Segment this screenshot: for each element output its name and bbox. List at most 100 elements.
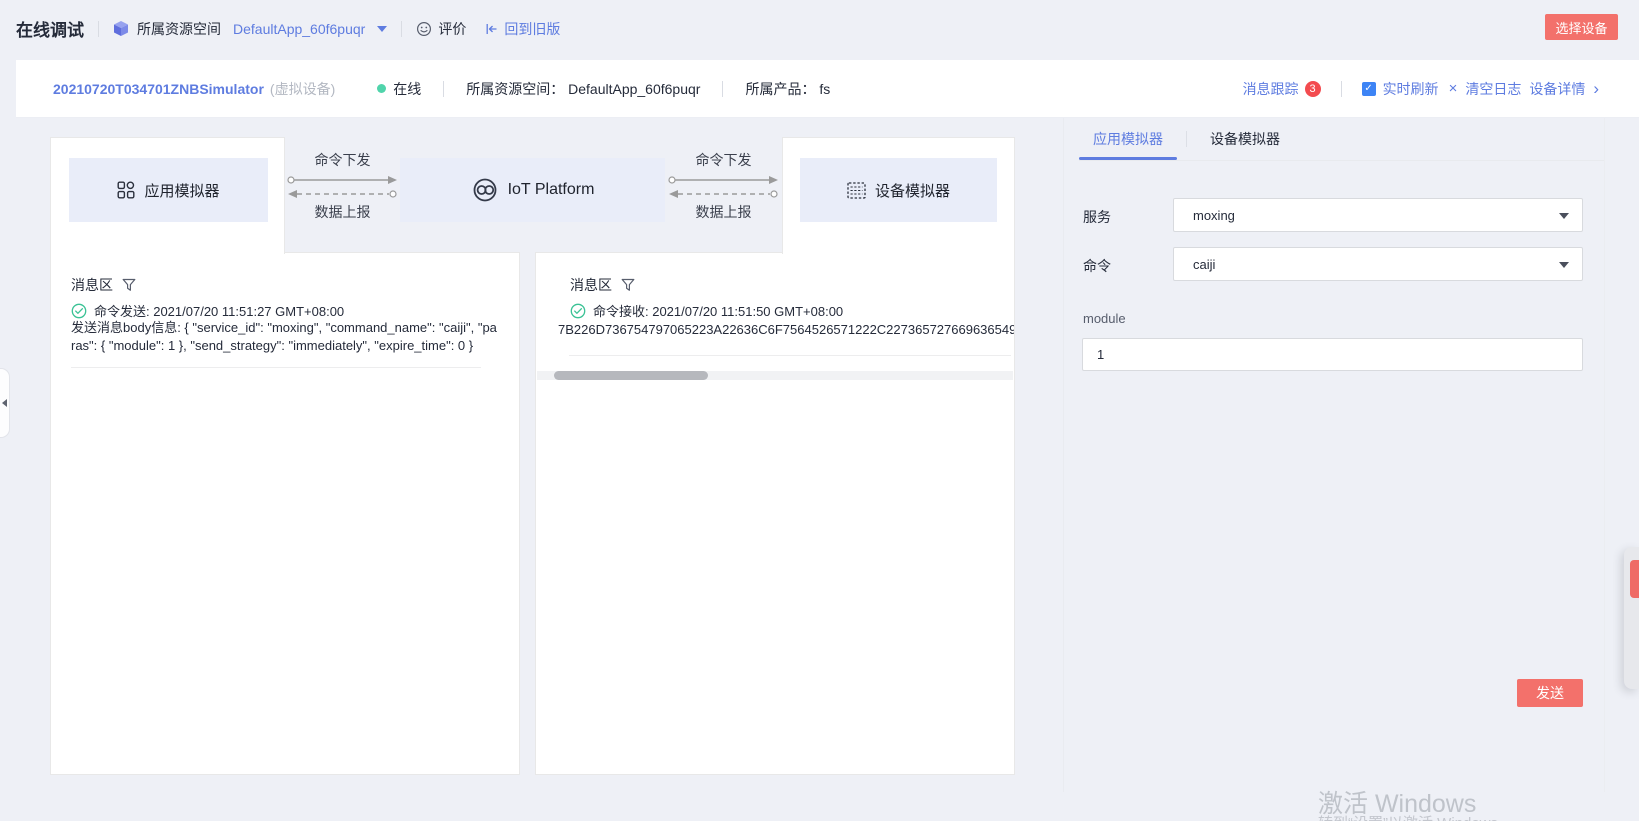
chevron-down-icon	[377, 26, 387, 32]
realtime-refresh-label: 实时刷新	[1383, 79, 1439, 99]
module-label: module	[1083, 311, 1126, 326]
page-title: 在线调试	[16, 16, 84, 41]
message-area-title-text: 消息区	[570, 275, 612, 295]
command-data-arrows	[667, 174, 780, 200]
filter-icon[interactable]	[621, 278, 635, 292]
tab-divider	[1186, 131, 1187, 147]
realtime-refresh-checkbox[interactable]: ✓ 实时刷新	[1362, 79, 1439, 99]
device-name-link[interactable]: 20210720T034701ZNBSimulator	[53, 81, 264, 97]
check-circle-icon	[71, 303, 87, 319]
chevron-down-icon	[1559, 213, 1569, 219]
top-bar: 在线调试 所属资源空间 DefaultApp_60f6puqr 评价 回到旧版 …	[0, 0, 1639, 57]
online-debug-page: 在线调试 所属资源空间 DefaultApp_60f6puqr 评价 回到旧版 …	[0, 0, 1639, 821]
service-select[interactable]: moxing	[1173, 198, 1583, 232]
smiley-icon	[416, 21, 432, 37]
message-entry-body-hex: 7B226D736754797065223A22636C6F7564526571…	[558, 322, 1014, 337]
product-field-value: fs	[819, 81, 830, 97]
device-bar-actions: 消息跟踪 3 ✓ 实时刷新 × 清空日志 设备详情 ›	[1243, 79, 1599, 99]
arrows-app-platform: 命令下发 数据上报	[286, 150, 399, 228]
app-selector-value: DefaultApp_60f6puqr	[233, 21, 365, 37]
resource-space-field: 所属资源空间： DefaultApp_60f6puqr	[466, 79, 700, 99]
tab-device-simulator[interactable]: 设备模拟器	[1200, 118, 1290, 160]
message-entry-divider	[569, 355, 1011, 356]
service-select-value: moxing	[1193, 208, 1235, 223]
horizontal-scrollbar	[537, 371, 1013, 380]
product-field-label: 所属产品：	[745, 81, 815, 97]
divider	[98, 21, 99, 37]
resource-space-field-label: 所属资源空间：	[466, 81, 564, 97]
message-trace-link[interactable]: 消息跟踪	[1243, 79, 1299, 99]
status-text: 在线	[393, 79, 421, 99]
message-entry-status-text: 命令接收: 2021/07/20 11:51:50 GMT+08:00	[593, 301, 843, 320]
module-input[interactable]	[1082, 338, 1583, 371]
device-info-bar: 20210720T034701ZNBSimulator (虚拟设备) 在线 所属…	[16, 60, 1639, 118]
app-simulator-box: 应用模拟器	[69, 158, 268, 222]
divider	[1341, 81, 1342, 97]
filter-icon[interactable]	[122, 278, 136, 292]
arrows-platform-device: 命令下发 数据上报	[667, 150, 780, 228]
message-area-title: 消息区	[71, 275, 136, 295]
status-dot	[377, 84, 386, 93]
collapse-left-icon	[2, 399, 7, 407]
resource-space-label: 所属资源空间	[137, 19, 221, 39]
send-button[interactable]: 发送	[1517, 679, 1583, 707]
back-to-old-label: 回到旧版	[504, 19, 560, 39]
message-entry-status-text: 命令发送: 2021/07/20 11:51:27 GMT+08:00	[94, 301, 344, 320]
data-up-label: 数据上报	[667, 202, 780, 222]
rate-label: 评价	[438, 19, 466, 39]
message-entry-body: 发送消息body信息: { "service_id": "moxing", "c…	[71, 319, 501, 355]
device-detail-link[interactable]: 设备详情	[1529, 79, 1585, 99]
chevron-down-icon	[1559, 262, 1569, 268]
close-icon[interactable]: ×	[1449, 80, 1458, 97]
iot-logo-icon	[471, 176, 499, 204]
divider	[722, 81, 723, 97]
rate-link[interactable]: 评价	[416, 19, 466, 39]
command-select-value: caiji	[1193, 257, 1215, 272]
message-entry-status: 命令接收: 2021/07/20 11:51:50 GMT+08:00	[570, 301, 843, 320]
device-list-icon	[847, 182, 866, 199]
message-trace-badge: 3	[1305, 81, 1321, 97]
app-simulator-box-label: 应用模拟器	[144, 180, 219, 201]
iot-platform-box-label: IoT Platform	[508, 181, 595, 199]
tabs-bottom-border	[1079, 160, 1604, 161]
chevron-right-icon[interactable]: ›	[1593, 79, 1599, 99]
device-type-label: (虚拟设备)	[270, 79, 335, 99]
horizontal-scrollbar-thumb[interactable]	[554, 371, 708, 380]
device-simulator-box-label: 设备模拟器	[875, 180, 950, 201]
command-label: 命令	[1083, 256, 1111, 276]
divider	[443, 81, 444, 97]
cube-icon	[113, 20, 129, 37]
app-grid-icon	[117, 181, 135, 199]
tab-app-simulator[interactable]: 应用模拟器	[1079, 118, 1177, 160]
command-down-label: 命令下发	[286, 150, 399, 170]
device-simulator-box: 设备模拟器	[800, 158, 997, 222]
product-field: 所属产品： fs	[745, 79, 830, 99]
resource-space-field-value: DefaultApp_60f6puqr	[568, 81, 700, 97]
device-message-card: 消息区 命令接收: 2021/07/20 11:51:50 GMT+08:00 …	[535, 252, 1015, 775]
device-status: 在线	[377, 79, 421, 99]
service-label: 服务	[1083, 207, 1111, 227]
command-down-label: 命令下发	[667, 150, 780, 170]
clear-logs-link[interactable]: 清空日志	[1465, 79, 1521, 99]
app-selector[interactable]: DefaultApp_60f6puqr	[233, 21, 387, 37]
panel-separator	[1063, 118, 1064, 792]
windows-activation-watermark-subtext: 转到“设置”以激活 Windows	[1318, 812, 1498, 821]
return-icon	[484, 22, 498, 36]
check-circle-icon	[570, 303, 586, 319]
select-device-button[interactable]: 选择设备	[1545, 14, 1618, 40]
panel-scroll-gutter	[1604, 118, 1605, 792]
checkbox-checked-icon: ✓	[1362, 82, 1376, 96]
data-up-label: 数据上报	[286, 202, 399, 222]
divider	[401, 21, 402, 37]
message-area-title: 消息区	[570, 275, 635, 295]
command-data-arrows	[286, 174, 399, 200]
message-entry-status: 命令发送: 2021/07/20 11:51:27 GMT+08:00	[71, 301, 344, 320]
feedback-handle[interactable]	[1630, 560, 1639, 598]
iot-platform-box: IoT Platform	[400, 158, 665, 222]
back-to-old-link[interactable]: 回到旧版	[484, 19, 560, 39]
message-area-title-text: 消息区	[71, 275, 113, 295]
app-message-card: 消息区 命令发送: 2021/07/20 11:51:27 GMT+08:00 …	[50, 252, 520, 775]
message-entry-divider	[71, 367, 481, 368]
collapse-panel-handle[interactable]	[0, 368, 10, 438]
command-select[interactable]: caiji	[1173, 247, 1583, 281]
